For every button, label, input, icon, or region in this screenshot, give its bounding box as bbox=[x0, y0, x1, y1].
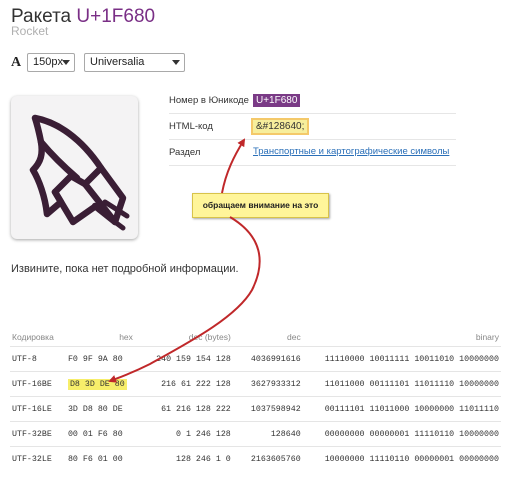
title-code: U+1F680 bbox=[76, 6, 156, 27]
hex-value-highlighted: D8 3D DE 80 bbox=[61, 371, 135, 397]
encoding-name: UTF-32BE bbox=[10, 421, 62, 447]
section-row: Раздел Транспортные и картографические с… bbox=[169, 140, 456, 166]
binary-value: 11110000 10011111 10011010 10000000 bbox=[302, 346, 501, 372]
encoding-name: UTF-8 bbox=[10, 346, 62, 372]
unicode-row: Номер в Юникоде U+1F680 bbox=[169, 88, 456, 114]
header-hex: hex bbox=[119, 331, 133, 342]
chevron-down-icon bbox=[172, 60, 180, 65]
no-info-message: Извините, пока нет подробной информации. bbox=[11, 263, 239, 275]
binary-value: 10000000 11110110 00000001 00000000 bbox=[302, 446, 501, 471]
binary-value: 00000000 00000001 11110110 10000000 bbox=[302, 421, 501, 447]
header-binary: binary bbox=[475, 331, 499, 342]
dec-value: 3627933312 bbox=[232, 371, 303, 397]
header-dec-bytes: dec (bytes) bbox=[188, 331, 231, 342]
rocket-icon bbox=[29, 114, 130, 231]
dec-bytes-value: 128 246 1 0 bbox=[134, 446, 233, 471]
page-subtitle: Rocket bbox=[11, 24, 49, 38]
header-encoding: Кодировка bbox=[12, 331, 54, 342]
dec-bytes-value: 0 1 246 128 bbox=[134, 421, 233, 447]
encoding-name: UTF-16LE bbox=[10, 396, 62, 422]
hex-value: 80 F6 01 00 bbox=[61, 446, 135, 471]
table-row: UTF-8 F0 9F 9A 80 240 159 154 128 403699… bbox=[10, 346, 501, 372]
size-select[interactable]: 150px bbox=[27, 53, 75, 72]
encoding-name: UTF-16BE bbox=[10, 371, 62, 397]
table-row: UTF-32BE 00 01 F6 80 0 1 246 128 128640 … bbox=[10, 421, 501, 447]
dec-value: 2163605760 bbox=[232, 446, 303, 471]
size-select-value: 150px bbox=[33, 56, 63, 68]
hex-value: 00 01 F6 80 bbox=[61, 421, 135, 447]
hex-highlight: D8 3D DE 80 bbox=[67, 378, 127, 390]
annotation-callout: обращаем внимание на это bbox=[192, 193, 329, 218]
section-label: Раздел bbox=[169, 147, 201, 158]
binary-value: 11011000 00111101 11011110 10000000 bbox=[302, 371, 501, 397]
binary-value: 00111101 11011000 10000000 11011110 bbox=[302, 396, 501, 422]
font-select-value: Universalia bbox=[90, 56, 145, 68]
section-link[interactable]: Транспортные и картографические символы bbox=[253, 146, 449, 157]
table-row: UTF-16LE 3D D8 80 DE 61 216 128 222 1037… bbox=[10, 396, 501, 422]
chevron-down-icon bbox=[62, 60, 70, 65]
html-code-row: HTML-код &#128640; bbox=[169, 114, 456, 140]
font-size-icon: A bbox=[11, 55, 22, 70]
dec-value: 128640 bbox=[232, 421, 303, 447]
hex-value: 3D D8 80 DE bbox=[61, 396, 135, 422]
glyph-preview bbox=[11, 96, 138, 239]
table-row: UTF-16BE D8 3D DE 80 216 61 222 128 3627… bbox=[10, 371, 501, 397]
dec-bytes-value: 216 61 222 128 bbox=[134, 371, 233, 397]
html-code-value[interactable]: &#128640; bbox=[250, 118, 310, 135]
dec-value: 4036991616 bbox=[232, 346, 303, 372]
dec-value: 1037598942 bbox=[232, 396, 303, 422]
header-dec: dec bbox=[286, 331, 301, 342]
encodings-table: Кодировка hex dec (bytes) dec binary UTF… bbox=[10, 327, 501, 471]
properties-panel: Номер в Юникоде U+1F680 HTML-код &#12864… bbox=[169, 88, 456, 166]
dec-bytes-value: 240 159 154 128 bbox=[134, 346, 233, 372]
font-select[interactable]: Universalia bbox=[84, 53, 185, 72]
encoding-name: UTF-32LE bbox=[10, 446, 62, 471]
dec-bytes-value: 61 216 128 222 bbox=[134, 396, 233, 422]
unicode-value: U+1F680 bbox=[253, 94, 301, 107]
hex-value: F0 9F 9A 80 bbox=[61, 346, 135, 372]
table-header: Кодировка hex dec (bytes) dec binary bbox=[10, 327, 501, 347]
unicode-label: Номер в Юникоде bbox=[169, 95, 249, 106]
html-code-label: HTML-код bbox=[169, 121, 213, 132]
table-row: UTF-32LE 80 F6 01 00 128 246 1 0 2163605… bbox=[10, 446, 501, 471]
